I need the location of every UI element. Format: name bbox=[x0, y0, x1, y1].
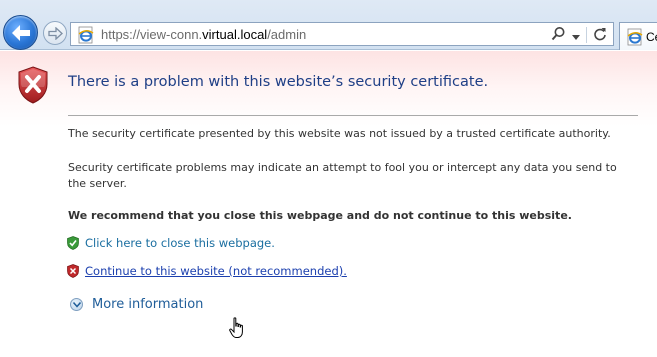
ie-page-icon bbox=[78, 26, 94, 44]
page-title: There is a problem with this website’s s… bbox=[68, 74, 489, 90]
url-host: virtual.local bbox=[202, 27, 268, 42]
back-arrow-icon bbox=[12, 25, 30, 41]
url-prefix: https://view-conn. bbox=[101, 27, 203, 42]
expand-chevron-icon[interactable] bbox=[70, 297, 83, 311]
refresh-icon[interactable] bbox=[593, 26, 607, 45]
recommendation-text: We recommend that you close this webpage… bbox=[68, 209, 572, 222]
continue-website-row[interactable]: Continue to this website (not recommende… bbox=[67, 263, 347, 279]
ie-page-icon bbox=[627, 28, 643, 46]
close-webpage-row[interactable]: Click here to close this webpage. bbox=[67, 235, 275, 251]
forward-button[interactable] bbox=[43, 21, 67, 45]
certificate-authority-message: The security certificate presented by th… bbox=[68, 127, 611, 140]
url-text[interactable]: https://view-conn.virtual.local/admin bbox=[101, 27, 306, 42]
address-bar[interactable]: https://view-conn.virtual.local/admin bbox=[70, 22, 614, 46]
url-suffix: /admin bbox=[267, 27, 307, 42]
certificate-error-page: There is a problem with this website’s s… bbox=[0, 51, 657, 357]
continue-website-link[interactable]: Continue to this website (not recommende… bbox=[85, 264, 347, 278]
browser-toolbar: https://view-conn.virtual.local/admin C bbox=[0, 0, 657, 50]
error-shield-icon bbox=[18, 66, 48, 104]
search-icon[interactable] bbox=[551, 26, 566, 45]
red-x-shield-icon bbox=[67, 264, 79, 278]
dropdown-arrow-icon[interactable] bbox=[572, 26, 580, 45]
close-webpage-link[interactable]: Click here to close this webpage. bbox=[85, 236, 275, 250]
back-button[interactable] bbox=[3, 15, 38, 50]
green-check-shield-icon bbox=[67, 236, 79, 250]
tab-current[interactable]: Ce bbox=[619, 22, 657, 50]
address-tools bbox=[551, 26, 607, 44]
security-warning-message: Security certificate problems may indica… bbox=[68, 161, 617, 190]
title-divider bbox=[68, 115, 638, 116]
divider bbox=[586, 27, 587, 43]
more-information-toggle[interactable]: More information bbox=[70, 295, 203, 313]
tab-title: Ce bbox=[646, 30, 657, 44]
forward-arrow-icon bbox=[48, 27, 63, 40]
more-information-label[interactable]: More information bbox=[92, 297, 203, 312]
hand-cursor-icon bbox=[229, 317, 243, 338]
